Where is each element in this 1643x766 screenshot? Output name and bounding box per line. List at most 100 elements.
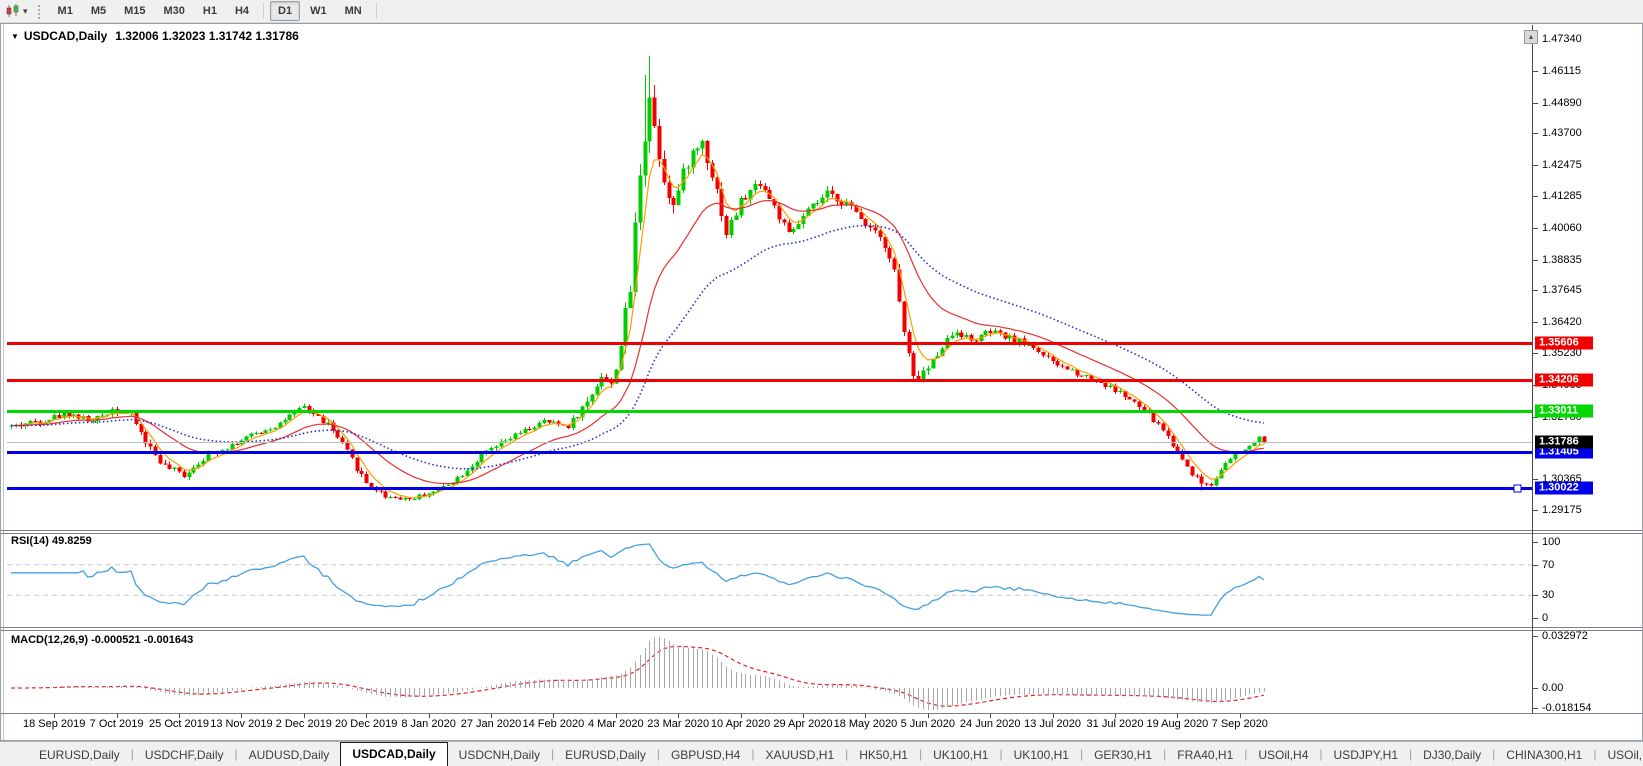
chart-canvas[interactable]: [1, 24, 1642, 740]
macd-indicator-label: MACD(12,26,9) -0.000521 -0.001643: [11, 634, 193, 646]
price-tick-label: 1.47340: [1542, 33, 1582, 45]
chart-tab-AUDUSD-Daily[interactable]: AUDUSD,Daily: [238, 745, 341, 765]
horizontal-level-lines: [7, 342, 1532, 493]
date-tick-label: 29 Apr 2020: [773, 718, 833, 730]
ohlc-values: 1.32006 1.32023 1.31742 1.31786: [115, 29, 299, 43]
date-tick-label: 25 Oct 2019: [149, 718, 209, 730]
macd-values: -0.000521 -0.001643: [91, 634, 194, 646]
price-tick-label: 1.44890: [1542, 96, 1582, 109]
tf-button-H4[interactable]: H4: [227, 1, 257, 21]
toolbar-separator: [263, 3, 265, 19]
price-tick-label: 1.43700: [1542, 127, 1582, 140]
chart-tab-USOil-H1[interactable]: USOil,H1: [1596, 745, 1643, 765]
pane-borders: [1, 25, 1642, 718]
date-tick-label: 18 May 2020: [833, 718, 898, 730]
ma-line-5: [10, 153, 1264, 499]
price-tick-label: 1.37645: [1542, 284, 1582, 297]
date-tick-label: 10 Apr 2020: [710, 718, 771, 730]
tf-button-W1[interactable]: W1: [302, 1, 335, 21]
rsi-tick-label: 0: [1542, 612, 1549, 624]
price-tick-label: 1.36420: [1542, 316, 1582, 329]
tf-button-M1[interactable]: M1: [50, 1, 81, 21]
date-tick-label: 19 Aug 2020: [1146, 718, 1209, 730]
date-tick-label: 7 Oct 2019: [89, 718, 144, 730]
tf-button-MN[interactable]: MN: [337, 1, 370, 21]
macd-pane: [11, 645, 1264, 707]
rsi-tick-label: 70: [1542, 558, 1555, 571]
price-tick-label: 1.46115: [1542, 64, 1581, 77]
tf-button-M5[interactable]: M5: [83, 1, 114, 21]
date-tick-label: 13 Nov 2019: [210, 718, 273, 730]
chart-tab-CHINA300-H1[interactable]: CHINA300,H1: [1495, 745, 1593, 765]
chart-tab-USOil-H4[interactable]: USOil,H4: [1247, 745, 1319, 765]
date-tick-label: 18 Sep 2019: [22, 718, 86, 730]
timeframe-buttons: M1 M5 M15 M30 H1 H4 D1 W1 MN: [49, 1, 382, 21]
level-price-marker: 1.30022: [1535, 481, 1593, 495]
price-tick-label: 1.42475: [1542, 159, 1582, 172]
chart-tabbar: EURUSD,Daily | USDCHF,Daily | AUDUSD,Daily US…: [0, 741, 1643, 766]
date-tick-label: 27 Jan 2020: [460, 718, 522, 730]
chart-tab-HK50-H1[interactable]: HK50,H1: [848, 745, 919, 765]
chart-tabs: EURUSD,Daily | USDCHF,Daily | AUDUSD,Daily US…: [28, 742, 1643, 766]
timeframe-toolbar: ▾ M1 M5 M15 M30 H1 H4 D1 W1 MN: [0, 0, 1643, 23]
tf-button-M15[interactable]: M15: [116, 1, 153, 21]
date-tick-label: 24 Jun 2020: [959, 718, 1021, 730]
rsi-pane: [7, 543, 1532, 616]
chart-tab-XAUUSD-H1[interactable]: XAUUSD,H1: [754, 745, 845, 765]
price-tick-label: 1.38835: [1542, 253, 1582, 266]
candlestick-chart-icon[interactable]: [4, 4, 22, 19]
rsi-indicator-label: RSI(14) 49.8259: [11, 535, 92, 547]
level-price-marker: 1.35606: [1535, 336, 1593, 350]
tf-button-M30[interactable]: M30: [156, 1, 193, 21]
candlestick-series: [9, 55, 1267, 502]
level-price-marker: 1.34206: [1535, 373, 1593, 387]
date-tick-label: 7 Sep 2020: [1211, 718, 1268, 730]
date-tick-label: 8 Jan 2020: [401, 718, 456, 730]
price-tick-label: 1.29175: [1542, 504, 1582, 516]
tf-button-H1[interactable]: H1: [195, 1, 225, 21]
macd-histogram: [11, 637, 1265, 710]
chart-tab-UK100-H1[interactable]: UK100,H1: [1003, 745, 1080, 765]
macd-tick-label: 0.032972: [1542, 630, 1588, 642]
chart-tab-USDCHF-Daily[interactable]: USDCHF,Daily: [134, 745, 235, 765]
level-price-marker: 1.33011: [1535, 404, 1593, 418]
rsi-name: RSI(14): [11, 535, 49, 547]
rsi-tick-label: 30: [1542, 589, 1555, 602]
macd-tick-label: 0.00: [1542, 682, 1564, 694]
date-tick-label: 2 Dec 2019: [275, 718, 332, 730]
chart-tab-USDCAD-Daily[interactable]: USDCAD,Daily: [340, 742, 448, 766]
toolbar-separator: [375, 3, 377, 19]
date-tick-label: 14 Feb 2020: [522, 718, 585, 730]
toolbar-grip-handle[interactable]: [36, 3, 42, 19]
chart-tab-GBPUSD-H4[interactable]: GBPUSD,H4: [660, 745, 751, 765]
price-tick-label: 1.40060: [1542, 221, 1582, 234]
chart-tab-USDJPY-H1[interactable]: USDJPY,H1: [1323, 745, 1409, 765]
chart-tab-GER30-H1[interactable]: GER30,H1: [1083, 745, 1163, 765]
chart-tab-UK100-H1[interactable]: UK100,H1: [922, 745, 999, 765]
chart-title: ▼ USDCAD,Daily 1.32006 1.32023 1.31742 1.3…: [11, 29, 299, 43]
date-tick-label: 31 Jul 2020: [1086, 718, 1144, 730]
rsi-tick-label: 100: [1542, 536, 1561, 548]
chart-window: ▼ USDCAD,Daily 1.32006 1.32023 1.31742 1.3…: [0, 23, 1643, 741]
chart-tab-DJ30-Daily[interactable]: DJ30,Daily: [1412, 745, 1492, 765]
macd-name: MACD(12,26,9): [11, 634, 89, 646]
date-tick-label: 5 Jun 2020: [900, 718, 956, 730]
chart-tab-FRA40-H1[interactable]: FRA40,H1: [1166, 745, 1244, 765]
macd-tick-label: -0.018154: [1542, 702, 1592, 714]
chart-tab-EURUSD-Daily[interactable]: EURUSD,Daily: [554, 745, 657, 765]
triangle-down-icon[interactable]: ▼: [11, 32, 19, 41]
rsi-value: 49.8259: [51, 535, 92, 547]
price-tick-label: 1.41285: [1542, 190, 1582, 202]
tf-button-D1[interactable]: D1: [270, 1, 301, 21]
symbol-period-label: USDCAD,Daily: [23, 29, 108, 43]
date-tick-label: 23 Mar 2020: [647, 718, 710, 730]
chart-tab-EURUSD-Daily[interactable]: EURUSD,Daily: [28, 745, 131, 765]
mt4-application: ▾ M1 M5 M15 M30 H1 H4 D1 W1 MN ▼ USDCAD,Daily 1.32…: [0, 0, 1643, 766]
chevron-down-icon[interactable]: ▾: [23, 6, 28, 17]
chart-tab-USDCNH-Daily[interactable]: USDCNH,Daily: [448, 745, 551, 765]
date-tick-label: 4 Mar 2020: [587, 718, 644, 730]
date-tick-label: 20 Dec 2019: [334, 718, 398, 730]
date-tick-label: 13 Jul 2020: [1024, 718, 1082, 730]
scroll-up-button[interactable]: ▲: [1524, 30, 1538, 44]
current-price-marker: 1.31786: [1535, 435, 1593, 449]
